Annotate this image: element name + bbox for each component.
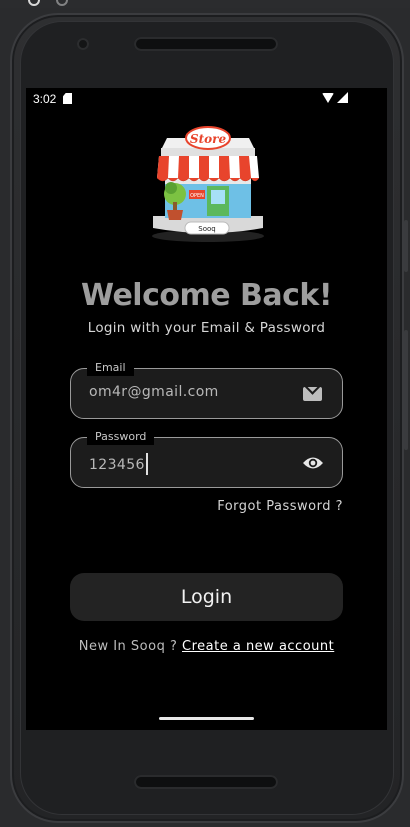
top-speaker (134, 37, 278, 51)
password-label: Password (87, 429, 155, 445)
signup-row: New In Sooq ? Create a new account (26, 639, 387, 654)
eye-icon[interactable] (302, 454, 324, 472)
email-value[interactable]: om4r@gmail.com (89, 384, 219, 400)
store-logo: Store OPEN Sooq (152, 126, 264, 242)
emulator-dot-icon (28, 0, 40, 6)
mail-icon (303, 387, 322, 401)
store-badge-text: Store (190, 132, 227, 146)
bottom-speaker (134, 775, 278, 789)
emulator-top-strip (0, 0, 410, 8)
password-input-area[interactable]: 123456 (89, 453, 148, 475)
login-button[interactable]: Login (70, 573, 343, 621)
power-button (404, 220, 408, 272)
volume-button (404, 330, 408, 450)
email-field[interactable]: Email om4r@gmail.com (70, 360, 343, 419)
password-field[interactable]: Password 123456 (70, 429, 343, 488)
signup-prompt: New In Sooq ? (78, 639, 183, 654)
front-camera (77, 38, 89, 50)
app-screen: 3:02 Store OPEN Sooq Welcome Back! Login… (26, 88, 387, 730)
emulator-dot-icon (56, 0, 68, 6)
create-account-link[interactable]: Create a new account (182, 639, 334, 654)
open-sign-text: OPEN (190, 193, 204, 199)
status-time: 3:02 (33, 92, 57, 106)
text-caret (145, 453, 148, 475)
status-bar: 3:02 (26, 88, 387, 110)
sd-card-icon (63, 93, 72, 104)
welcome-subtitle: Login with your Email & Password (87, 320, 326, 336)
welcome-title: Welcome Back! (80, 278, 333, 313)
password-value[interactable]: 123456 (89, 457, 145, 473)
store-sign-text: Sooq (198, 225, 215, 233)
signal-icon (337, 92, 348, 103)
email-label: Email (87, 360, 134, 376)
forgot-password-link[interactable]: Forgot Password ? (217, 499, 343, 514)
wifi-icon (322, 93, 334, 103)
home-indicator[interactable] (159, 717, 254, 720)
